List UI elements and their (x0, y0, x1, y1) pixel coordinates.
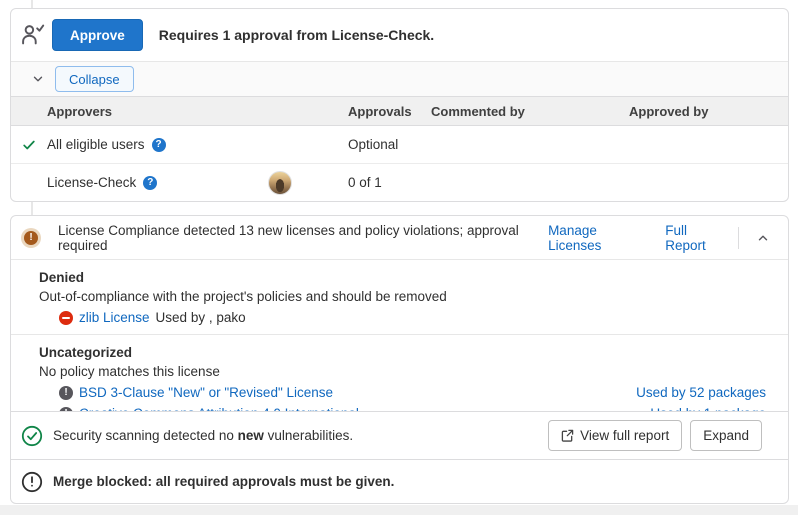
merge-blocked-message: Merge blocked: all required approvals mu… (53, 474, 394, 489)
info-exclamation-icon: ! (59, 407, 73, 412)
security-buttons: View full report Expand (548, 420, 762, 451)
denied-section: Denied Out-of-compliance with the projec… (11, 260, 788, 334)
manage-licenses-link[interactable]: Manage Licenses (548, 223, 639, 253)
uncategorized-title: Uncategorized (39, 343, 766, 362)
license-link[interactable]: zlib License (79, 307, 150, 328)
col-header-commented-by: Commented by (431, 104, 629, 119)
uncategorized-section: Uncategorized No policy matches this lic… (11, 334, 788, 411)
collapse-report-button[interactable] (753, 227, 772, 249)
chevron-up-icon (756, 231, 770, 245)
used-by-link[interactable]: Used by 52 packages (636, 382, 766, 403)
approval-person-check-icon (21, 23, 45, 47)
external-link-icon (561, 429, 574, 442)
approvals-cell: 0 of 1 (348, 175, 431, 190)
approvers-table-header: Approvers Approvals Commented by Approve… (11, 96, 788, 126)
approver-name: License-Check (47, 175, 136, 190)
collapse-button[interactable]: Collapse (55, 66, 134, 92)
mr-reports-widget: ! License Compliance detected 13 new lic… (10, 215, 789, 504)
info-exclamation-icon: ! (59, 386, 73, 400)
approval-requirement-text: Requires 1 approval from License-Check. (159, 27, 434, 43)
license-compliance-header: ! License Compliance detected 13 new lic… (11, 216, 788, 259)
merge-blocked-row: Merge blocked: all required approvals mu… (11, 459, 788, 503)
list-item: ! BSD 3-Clause "New" or "Revised" Licens… (39, 382, 766, 403)
license-compliance-summary: License Compliance detected 13 new licen… (58, 223, 522, 253)
list-item: zlib License Used by , pako (39, 307, 766, 328)
license-compliance-actions: Manage Licenses Full Report (522, 223, 772, 253)
license-used-by-text: Used by , pako (156, 307, 246, 328)
approver-avatar[interactable] (268, 171, 292, 195)
divider (738, 227, 739, 249)
table-row: License-Check ? 0 of 1 (11, 163, 788, 201)
warning-exclamation-icon: ! (24, 231, 38, 245)
denied-title: Denied (39, 268, 766, 287)
used-by-link[interactable]: Used by 1 package (650, 403, 766, 411)
success-check-circle-icon (21, 425, 43, 447)
security-message-bold: new (238, 428, 264, 443)
row-status-cell (11, 138, 47, 152)
help-icon[interactable]: ? (143, 176, 157, 190)
license-report-body: Denied Out-of-compliance with the projec… (11, 259, 788, 411)
check-icon (22, 138, 36, 152)
view-full-report-button[interactable]: View full report (548, 420, 682, 451)
license-link[interactable]: Creative Commons Attribution 4.0 Interna… (79, 403, 359, 411)
warning-status-icon: ! (21, 228, 41, 248)
approver-name-cell: License-Check ? (47, 171, 348, 195)
approve-button[interactable]: Approve (52, 19, 143, 51)
uncategorized-description: No policy matches this license (39, 362, 766, 382)
expand-button[interactable]: Expand (690, 420, 762, 451)
security-scanning-row: Security scanning detected no new vulner… (11, 411, 788, 459)
help-icon[interactable]: ? (152, 138, 166, 152)
approver-name-cell: All eligible users ? (47, 137, 348, 152)
denied-description: Out-of-compliance with the project's pol… (39, 287, 766, 307)
table-row: All eligible users ? Optional (11, 126, 788, 163)
page-background-strip (0, 505, 798, 515)
license-link[interactable]: BSD 3-Clause "New" or "Revised" License (79, 382, 333, 403)
chevron-down-icon[interactable] (31, 72, 45, 86)
col-header-approvals: Approvals (348, 104, 431, 119)
approval-summary-row: Approve Requires 1 approval from License… (11, 9, 788, 61)
full-report-link[interactable]: Full Report (665, 223, 722, 253)
approvals-cell: Optional (348, 137, 431, 152)
approvals-widget: Approve Requires 1 approval from License… (10, 8, 789, 202)
blocked-exclamation-circle-icon (21, 471, 43, 493)
list-item: ! Creative Commons Attribution 4.0 Inter… (39, 403, 766, 411)
denied-license-icon (59, 311, 73, 325)
security-message: Security scanning detected no new vulner… (53, 428, 353, 443)
col-header-approvers: Approvers (47, 104, 348, 119)
approvals-collapse-bar: Collapse (11, 61, 788, 96)
approver-name: All eligible users (47, 137, 145, 152)
col-header-approved-by: Approved by (629, 104, 788, 119)
